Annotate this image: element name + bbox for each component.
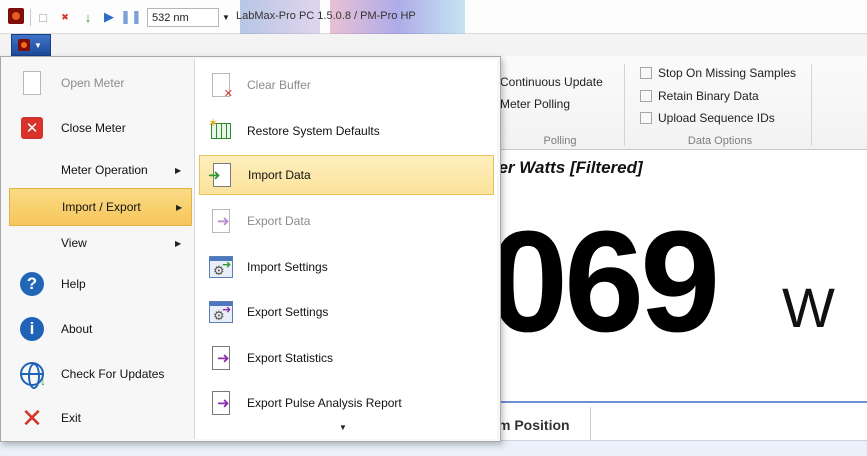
scroll-down-icon[interactable]: ▼	[339, 423, 347, 432]
checkbox-label: Retain Binary Data	[658, 89, 759, 103]
clear-buffer-icon: ✕	[207, 70, 235, 100]
download-icon[interactable]: ↓	[80, 8, 96, 26]
about-item[interactable]: i About	[9, 310, 192, 348]
export-data-item[interactable]: ➜ Export Data	[199, 201, 494, 241]
new-document-icon[interactable]: □	[36, 8, 50, 26]
export-settings-icon: ⚙ ➜	[207, 297, 235, 327]
window-title: LabMax-Pro PC 1.5.0.8 / PM-Pro HP	[236, 10, 416, 22]
menu-item-label: Import Data	[248, 168, 311, 182]
help-item[interactable]: ? Help	[9, 265, 192, 303]
help-icon: ?	[19, 271, 45, 297]
check-for-updates-item[interactable]: ↓ Check For Updates	[9, 355, 192, 393]
group-separator	[811, 64, 812, 146]
menu-item-label: Export Settings	[247, 305, 329, 319]
open-document-icon	[19, 70, 45, 96]
menu-item-label: Check For Updates	[61, 367, 165, 381]
menu-item-label: Open Meter	[61, 76, 125, 90]
chevron-down-icon: ▼	[34, 40, 42, 50]
open-meter-item[interactable]: Open Meter	[9, 64, 192, 102]
export-pulse-analysis-report-item[interactable]: ➜ Export Pulse Analysis Report	[199, 383, 494, 423]
restore-defaults-icon: ✶	[207, 116, 235, 146]
exit-x-icon: ✕	[21, 403, 43, 433]
export-report-icon: ➜	[207, 388, 235, 418]
menu-item-label: Export Statistics	[247, 351, 334, 365]
clear-buffer-item[interactable]: ✕ Clear Buffer	[199, 65, 494, 105]
menu-item-label: Help	[61, 277, 86, 291]
menu-item-label: Exit	[61, 411, 82, 425]
chevron-right-icon: ▶	[176, 202, 183, 212]
export-settings-item[interactable]: ⚙ ➜ Export Settings	[199, 292, 494, 332]
polling-group-label: Polling	[543, 135, 577, 147]
data-options-group-label: Data Options	[687, 135, 753, 147]
measurement-title: ver Watts [Filtered]	[489, 158, 643, 177]
wavelength-value: 532 nm	[152, 11, 189, 24]
import-data-item[interactable]: ➜ Import Data	[199, 155, 494, 195]
menu-item-label: Clear Buffer	[247, 78, 311, 92]
ribbon-item-label: Meter Polling	[500, 97, 571, 111]
restore-system-defaults-item[interactable]: ✶ Restore System Defaults	[199, 111, 494, 151]
export-data-icon: ➜	[207, 206, 235, 236]
wavelength-dropdown-icon[interactable]: ▼	[221, 8, 231, 26]
app-logo-icon[interactable]	[8, 8, 24, 24]
import-settings-item[interactable]: ⚙ ➜ Import Settings	[199, 247, 494, 287]
chevron-right-icon: ▶	[175, 165, 182, 175]
import-settings-icon: ⚙ ➜	[207, 252, 235, 282]
play-icon[interactable]: ▶	[101, 8, 117, 26]
import-export-submenu: ✕ Clear Buffer ✶ Restore System Defaults…	[194, 59, 497, 439]
menu-item-label: View	[61, 236, 87, 250]
menu-item-label: Export Data	[247, 214, 311, 228]
clear-icon[interactable]: ✖	[58, 8, 72, 26]
stop-on-missing-samples-checkbox[interactable]: Stop On Missing Samples	[640, 66, 796, 80]
menu-item-label: Export Pulse Analysis Report	[247, 396, 402, 410]
application-menu: Open Meter ✕ Close Meter Meter Operation…	[0, 56, 501, 442]
globe-download-icon: ↓	[19, 361, 46, 389]
meter-polling-toggle[interactable]: Meter Polling	[500, 97, 570, 111]
application-menu-commands: Open Meter ✕ Close Meter Meter Operation…	[1, 57, 194, 441]
ribbon-item-label: Continuous Update	[500, 75, 603, 89]
menu-item-label: Restore System Defaults	[247, 124, 380, 138]
exit-item[interactable]: ✕ Exit	[9, 399, 192, 437]
measurement-unit: W	[782, 276, 835, 339]
menu-item-label: Meter Operation	[61, 163, 148, 177]
upload-sequence-ids-checkbox[interactable]: Upload Sequence IDs	[640, 111, 775, 125]
group-separator	[624, 64, 625, 146]
wavelength-select[interactable]: 532 nm	[147, 8, 219, 27]
export-statistics-icon: ➜	[207, 343, 235, 373]
menu-item-label: Import / Export	[62, 200, 141, 214]
checkbox-box[interactable]	[640, 67, 652, 79]
pause-icon[interactable]: ❚❚	[120, 8, 142, 26]
panel-divider	[488, 401, 867, 403]
continuous-update-toggle[interactable]: Continuous Update	[500, 75, 603, 89]
app-logo-icon	[18, 39, 30, 51]
export-statistics-item[interactable]: ➜ Export Statistics	[199, 338, 494, 378]
measurement-value: 069	[488, 201, 720, 362]
menu-item-label: About	[61, 322, 93, 336]
menu-item-label: Close Meter	[61, 121, 126, 135]
info-icon: i	[19, 316, 45, 342]
toolbar-separator	[30, 9, 31, 26]
status-strip	[0, 440, 867, 456]
import-data-icon: ➜	[208, 160, 236, 190]
checkbox-box[interactable]	[640, 90, 652, 102]
view-item[interactable]: View ▶	[9, 224, 192, 262]
menu-item-label: Import Settings	[247, 260, 328, 274]
close-red-icon: ✕	[19, 115, 45, 141]
tab-label: m Position	[498, 417, 570, 433]
title-bar: □ ✖ ↓ ▶ ❚❚ 532 nm ▼ LabMax-Pro PC 1.5.0.…	[0, 0, 867, 34]
file-menu-button[interactable]: ▼	[11, 34, 51, 56]
checkbox-label: Upload Sequence IDs	[658, 111, 775, 125]
import-export-item[interactable]: Import / Export ▶	[9, 188, 192, 226]
retain-binary-data-checkbox[interactable]: Retain Binary Data	[640, 89, 759, 103]
checkbox-box[interactable]	[640, 112, 652, 124]
chevron-right-icon: ▶	[175, 238, 182, 248]
tab-position[interactable]: m Position	[488, 407, 591, 444]
close-meter-item[interactable]: ✕ Close Meter	[9, 109, 192, 147]
checkbox-label: Stop On Missing Samples	[658, 66, 797, 80]
meter-operation-item[interactable]: Meter Operation ▶	[9, 151, 192, 189]
